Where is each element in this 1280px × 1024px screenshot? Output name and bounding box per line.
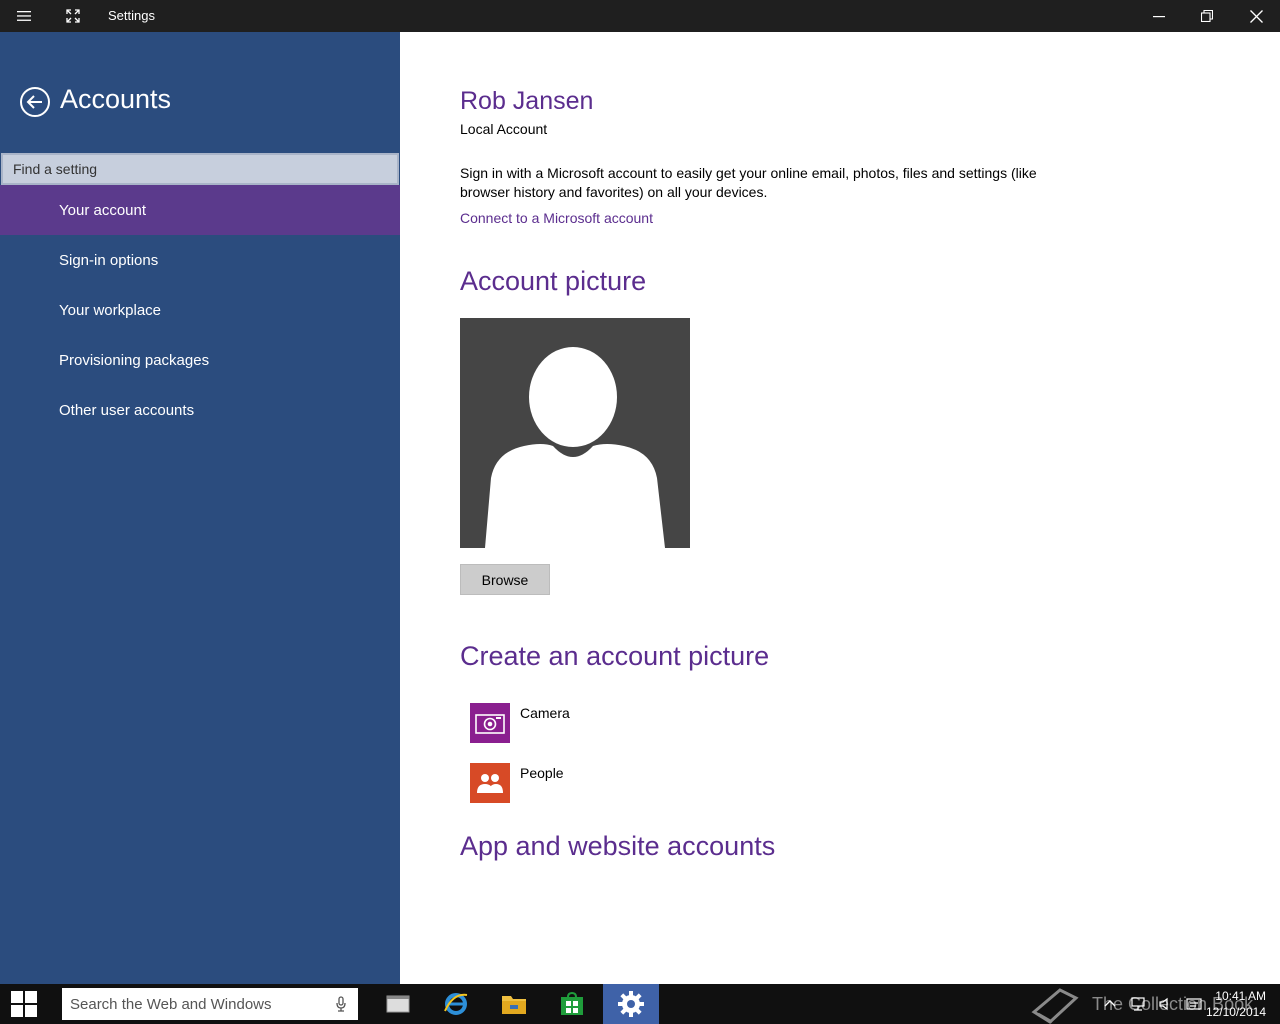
file-explorer-icon[interactable] bbox=[486, 984, 542, 1024]
microphone-icon[interactable] bbox=[336, 996, 346, 1012]
sidebar-title: Accounts bbox=[60, 84, 172, 114]
person-silhouette-icon bbox=[485, 347, 665, 548]
clock-date: 12/10/2014 bbox=[1205, 1005, 1266, 1019]
account-picture-heading: Account picture bbox=[460, 266, 647, 296]
search-input[interactable]: Find a setting bbox=[1, 153, 399, 185]
expand-icon[interactable] bbox=[57, 0, 89, 32]
title-bar: Settings bbox=[0, 0, 1280, 32]
app-website-accounts-heading: App and website accounts bbox=[460, 831, 776, 861]
signin-description: Sign in with a Microsoft account to easi… bbox=[460, 165, 1037, 200]
sidebar-item-your-account[interactable]: Your account bbox=[0, 185, 400, 235]
sidebar-item-label: Other user accounts bbox=[59, 401, 195, 419]
task-view-icon[interactable] bbox=[370, 984, 426, 1024]
connect-microsoft-account-link[interactable]: Connect to a Microsoft account bbox=[460, 210, 653, 226]
volume-icon[interactable] bbox=[1158, 997, 1172, 1011]
people-icon bbox=[470, 763, 510, 803]
sidebar-item-your-workplace[interactable]: Your workplace bbox=[0, 285, 400, 335]
system-tray bbox=[1104, 984, 1202, 1024]
clock[interactable]: 10:41 AM 12/10/2014 bbox=[1206, 988, 1266, 1020]
sidebar-item-sign-in-options[interactable]: Sign-in options bbox=[0, 235, 400, 285]
people-app-item[interactable]: People bbox=[470, 763, 564, 803]
browse-button[interactable]: Browse bbox=[460, 564, 550, 595]
sidebar-item-other-user-accounts[interactable]: Other user accounts bbox=[0, 385, 400, 435]
store-icon[interactable] bbox=[544, 984, 600, 1024]
restore-icon[interactable] bbox=[1184, 0, 1230, 32]
show-hidden-icons-icon[interactable] bbox=[1104, 999, 1116, 1009]
taskbar: Search the Web and Windows The Collectio… bbox=[0, 984, 1280, 1024]
camera-icon bbox=[470, 703, 510, 743]
settings-icon[interactable] bbox=[603, 984, 659, 1024]
sidebar-item-label: Provisioning packages bbox=[59, 351, 210, 369]
book-logo-icon bbox=[1031, 988, 1079, 1024]
account-picture bbox=[460, 318, 690, 548]
hamburger-icon[interactable] bbox=[8, 0, 40, 32]
clock-time: 10:41 AM bbox=[1215, 989, 1266, 1003]
sidebar-item-label: Your account bbox=[59, 201, 147, 219]
internet-explorer-icon[interactable] bbox=[428, 984, 484, 1024]
close-icon[interactable] bbox=[1232, 0, 1280, 32]
taskbar-search-input[interactable]: Search the Web and Windows bbox=[62, 988, 358, 1020]
sidebar-item-label: Sign-in options bbox=[59, 251, 159, 269]
people-label: People bbox=[520, 765, 564, 781]
main-content: Rob Jansen Local Account Sign in with a … bbox=[400, 32, 1280, 984]
back-arrow-icon[interactable] bbox=[19, 86, 51, 118]
camera-app-item[interactable]: Camera bbox=[470, 703, 570, 743]
taskbar-search-placeholder: Search the Web and Windows bbox=[70, 995, 272, 1013]
sidebar: Accounts Find a setting Your account Sig… bbox=[0, 32, 400, 984]
action-center-icon[interactable] bbox=[1186, 997, 1202, 1011]
search-placeholder: Find a setting bbox=[13, 161, 98, 177]
create-picture-heading: Create an account picture bbox=[460, 641, 770, 671]
window-title: Settings bbox=[108, 8, 155, 23]
windows-start-icon[interactable] bbox=[0, 984, 48, 1024]
minimize-icon[interactable] bbox=[1136, 0, 1182, 32]
sidebar-item-provisioning-packages[interactable]: Provisioning packages bbox=[0, 335, 400, 385]
camera-label: Camera bbox=[520, 705, 570, 721]
sidebar-nav: Your account Sign-in options Your workpl… bbox=[0, 185, 400, 435]
user-name: Rob Jansen bbox=[460, 87, 594, 115]
account-type: Local Account bbox=[460, 121, 548, 137]
network-icon[interactable] bbox=[1130, 997, 1146, 1011]
sidebar-item-label: Your workplace bbox=[59, 301, 162, 319]
